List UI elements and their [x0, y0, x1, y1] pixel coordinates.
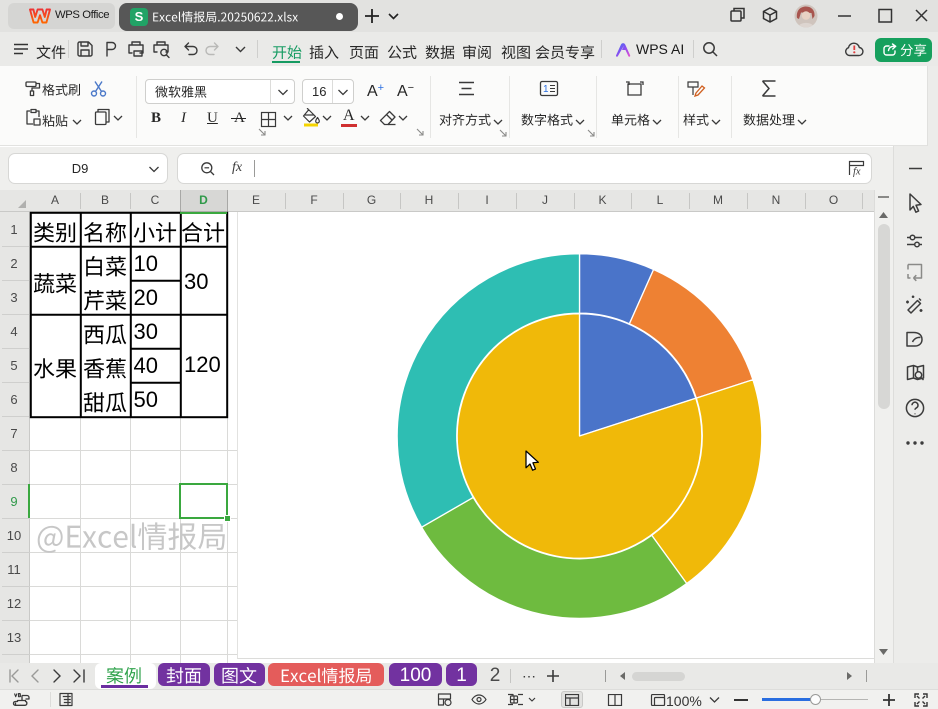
svg-text:fx: fx: [853, 167, 861, 178]
svg-text:1: 1: [543, 84, 549, 95]
